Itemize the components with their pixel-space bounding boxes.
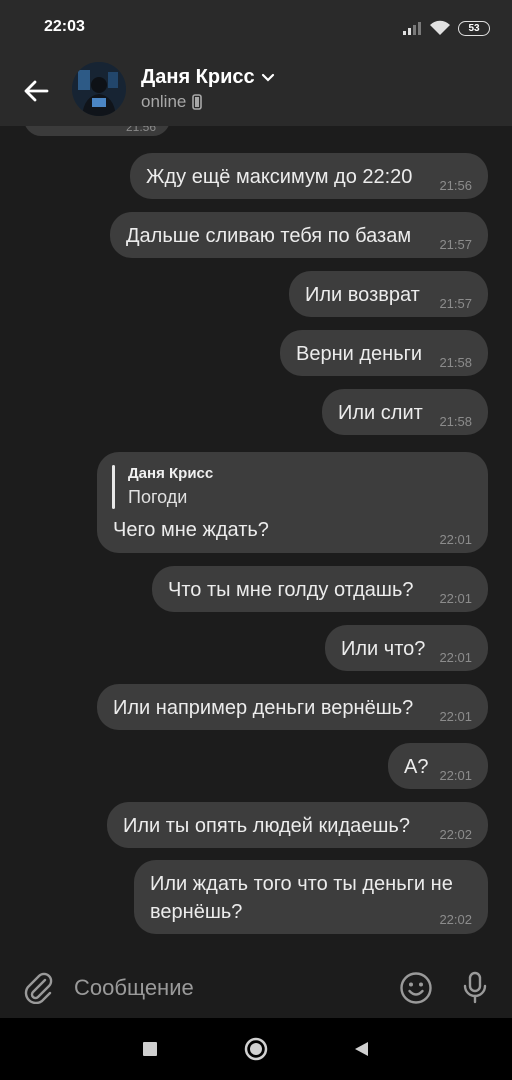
reply-author: Даня Крисс [128,465,214,482]
home-button[interactable] [239,1032,273,1066]
message-time: 21:57 [439,296,472,311]
triangle-icon [355,1042,368,1056]
message-composer [0,960,512,1018]
reply-text: Погоди [128,487,188,507]
message-text: Чего мне ждать? [113,519,269,541]
attach-button[interactable] [20,970,56,1006]
message-bubble[interactable]: А? 22:01 [388,743,488,789]
message-text: Или возврат [305,284,420,306]
message-bubble[interactable]: Или возврат 21:57 [289,271,488,317]
paperclip-icon [24,972,53,1004]
battery-level: 53 [468,22,480,34]
message-bubble[interactable]: Что ты мне голду отдашь? 22:01 [152,566,488,612]
message-bubble-partial[interactable]: 21:56 [24,126,170,136]
avatar-image [72,62,126,116]
system-nav-bar [0,1018,512,1080]
chevron-down-icon [261,73,274,82]
message-text: Жду ещё максимум до 22:20 [146,166,413,188]
message-text: Или слит [338,402,423,424]
message-bubble[interactable]: Или ждать того что ты деньги не вернёшь?… [134,860,488,934]
message-bubble[interactable]: Жду ещё максимум до 22:20 21:56 [130,153,488,199]
message-bubble-reply[interactable]: Даня Крисс Погоди Чего мне ждать? 22:01 [97,452,488,553]
message-time: 21:58 [439,355,472,370]
message-text: Верни деньги [296,343,423,365]
message-text: А? [404,756,429,778]
message-text: Дальше сливаю тебя по базам [126,225,412,247]
message-time: 22:01 [439,591,472,606]
message-text-line: вернёшь? [150,901,243,923]
message-time: 22:01 [439,709,472,724]
contact-status-row: online [141,92,203,112]
emoji-button[interactable] [397,969,435,1007]
contact-status: online [141,92,187,111]
circle-icon [244,1037,268,1061]
recents-button[interactable] [133,1032,167,1066]
message-text-line: Или ждать того что ты деньги не [150,873,453,895]
microphone-icon [463,971,487,1004]
message-time: 22:01 [439,650,472,665]
chat-header: Даня Крисс online [0,56,512,126]
status-time: 22:03 [44,18,85,35]
wifi-icon [430,20,450,35]
status-icons: 53 [402,18,490,38]
message-text: Что ты мне голду отдашь? [168,579,414,601]
contact-name-row[interactable]: Даня Крисс [141,66,275,89]
back-nav-button[interactable] [344,1032,378,1066]
back-button[interactable] [18,73,54,109]
square-icon [143,1042,157,1056]
message-text: Или например деньги вернёшь? [113,697,414,719]
voice-message-button[interactable] [456,969,494,1007]
avatar[interactable] [72,62,126,116]
message-time: 22:01 [439,532,472,547]
battery-icon: 53 [458,20,490,36]
contact-name: Даня Крисс [141,66,255,88]
message-time: 22:02 [439,827,472,842]
message-bubble[interactable]: Дальше сливаю тебя по базам 21:57 [110,212,488,258]
message-text: Или ты опять людей кидаешь? [123,815,410,837]
message-bubble[interactable]: Или что? 22:01 [325,625,488,671]
message-bubble[interactable]: Или ты опять людей кидаешь? 22:02 [107,802,488,848]
message-time: 21:57 [439,237,472,252]
message-time: 22:02 [439,912,472,927]
message-time: 21:58 [439,414,472,429]
smiley-icon [400,972,432,1004]
message-bubble[interactable]: Или слит 21:58 [322,389,488,435]
chat-messages[interactable]: 21:56 Жду ещё максимум до 22:20 21:56 Да… [0,126,512,960]
message-bubble[interactable]: Верни деньги 21:58 [280,330,488,376]
reply-quote-bar [112,465,115,509]
message-time: 21:56 [125,126,156,134]
message-time: 22:01 [439,768,472,783]
arrow-left-icon [24,80,49,102]
phone-icon [192,94,203,110]
message-bubble[interactable]: Или например деньги вернёшь? 22:01 [97,684,488,730]
message-text: Или что? [341,638,426,660]
status-bar: 22:03 53 [0,0,512,56]
message-time: 21:56 [439,178,472,193]
signal-icon [403,22,421,35]
message-input[interactable] [74,970,374,1006]
